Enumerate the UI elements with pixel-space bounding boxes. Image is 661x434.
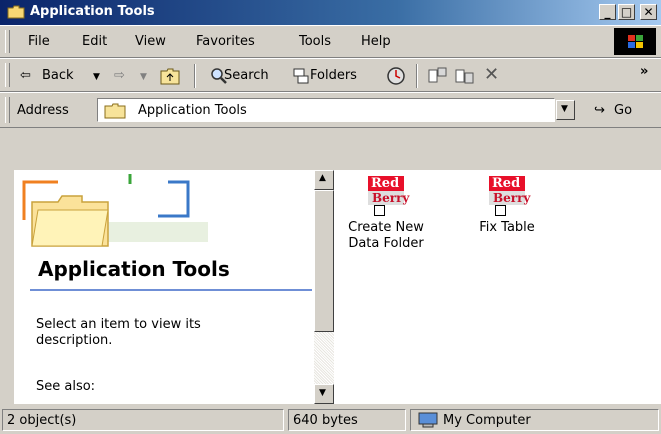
maximize-button[interactable]: □	[618, 4, 635, 20]
menu-bar: File Edit View Favorites Tools Help	[0, 25, 661, 58]
toolbar-overflow-icon[interactable]: »	[640, 64, 648, 79]
folder-icon	[104, 103, 126, 119]
redberry-shortcut-icon: Red Berry	[489, 170, 530, 217]
explorer-window: Application Tools _ □ ✕ File Edit View F…	[0, 0, 661, 434]
scroll-down-button[interactable]: ▼	[314, 384, 334, 404]
back-arrow-icon[interactable]: ⇦	[20, 68, 31, 83]
minimize-button[interactable]: _	[599, 4, 616, 20]
menu-view[interactable]: View	[135, 34, 166, 49]
folder-view[interactable]: Application Tools Select an item to view…	[14, 170, 661, 404]
toolbar-grip[interactable]	[5, 97, 10, 123]
pane-description: Select an item to view its description.	[36, 317, 201, 348]
window-title: Application Tools	[30, 4, 155, 19]
title-divider	[30, 289, 312, 291]
title-bar[interactable]: Application Tools _ □ ✕	[0, 0, 661, 25]
status-size-panel: 640 bytes	[288, 409, 406, 431]
copy-to-icon[interactable]	[455, 67, 475, 85]
search-button[interactable]: Search	[224, 68, 269, 83]
up-folder-icon[interactable]	[160, 67, 180, 85]
folders-button[interactable]: Folders	[310, 68, 357, 83]
status-zone-panel: My Computer	[410, 409, 659, 431]
file-name: Fix Table	[479, 220, 535, 235]
file-item[interactable]: Red Berry Create New Data Folder	[331, 170, 441, 252]
status-objects-panel: 2 object(s)	[2, 409, 284, 431]
menu-favorites[interactable]: Favorites	[196, 34, 255, 49]
windows-logo-icon	[614, 28, 656, 55]
logo-bottom-text: Berry	[368, 191, 409, 205]
see-also-label: See also:	[36, 379, 96, 394]
history-icon[interactable]	[386, 66, 406, 86]
file-name: Create New Data Folder	[348, 220, 424, 251]
pane-title: Application Tools	[38, 257, 230, 281]
window-spacer	[0, 128, 661, 170]
back-button[interactable]: Back	[42, 68, 74, 83]
go-arrow-icon[interactable]: ↪	[594, 103, 605, 118]
shortcut-arrow-icon	[374, 205, 385, 216]
my-computer-icon	[418, 412, 438, 428]
standard-toolbar: ⇦ Back ▼ ⇨ ▼ Search Folders ✕ »	[0, 58, 661, 92]
logo-top-text: Red	[489, 176, 525, 191]
address-value: Application Tools	[138, 103, 247, 118]
go-button[interactable]: Go	[614, 103, 632, 118]
back-dropdown-icon[interactable]: ▼	[93, 72, 100, 82]
chevron-down-icon: ▼	[319, 388, 326, 398]
status-size: 640 bytes	[293, 413, 358, 428]
folder-banner-icon	[22, 174, 208, 247]
folder-icon	[7, 5, 25, 19]
forward-dropdown-icon[interactable]: ▼	[140, 72, 147, 82]
logo-top-text: Red	[368, 176, 404, 191]
toolbar-grip[interactable]	[5, 63, 10, 87]
address-bar: Address Application Tools ▼ ↪ Go	[0, 92, 661, 128]
toolbar-grip[interactable]	[5, 30, 10, 53]
file-item[interactable]: Red Berry Fix Table	[452, 170, 562, 236]
status-objects: 2 object(s)	[7, 413, 77, 428]
chevron-down-icon: ▼	[561, 104, 568, 114]
menu-help[interactable]: Help	[361, 34, 391, 49]
web-view-pane: Application Tools Select an item to view…	[14, 170, 314, 404]
menu-edit[interactable]: Edit	[82, 34, 107, 49]
delete-icon[interactable]: ✕	[484, 64, 499, 85]
address-dropdown-button[interactable]: ▼	[556, 100, 575, 120]
toolbar-separator	[194, 64, 196, 88]
close-button[interactable]: ✕	[640, 4, 657, 20]
chevron-up-icon: ▲	[319, 173, 326, 183]
status-bar: 2 object(s) 640 bytes My Computer	[0, 406, 661, 434]
redberry-shortcut-icon: Red Berry	[368, 170, 409, 217]
folders-icon[interactable]	[292, 67, 310, 85]
shortcut-arrow-icon	[495, 205, 506, 216]
address-input[interactable]: Application Tools	[97, 98, 555, 122]
status-zone: My Computer	[443, 413, 531, 428]
menu-tools[interactable]: Tools	[299, 34, 331, 49]
move-to-icon[interactable]	[428, 67, 448, 85]
forward-button[interactable]: ⇨	[114, 68, 125, 83]
menu-file[interactable]: File	[28, 34, 50, 49]
toolbar-separator	[416, 64, 418, 88]
address-label: Address	[17, 103, 69, 118]
logo-bottom-text: Berry	[489, 191, 530, 205]
